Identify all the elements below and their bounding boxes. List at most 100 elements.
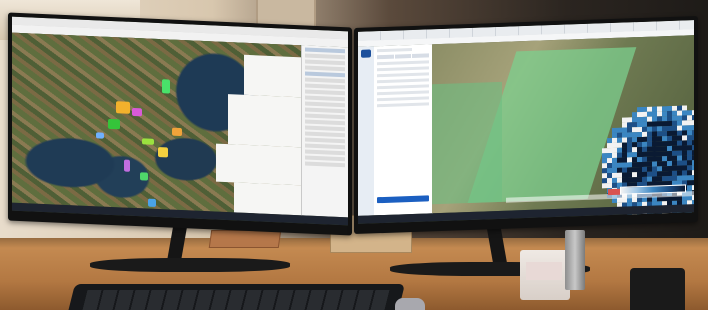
heatmap-cell (662, 136, 667, 142)
heatmap-cell (657, 176, 662, 182)
heatmap-cell (692, 185, 694, 191)
heatmap-cell (657, 166, 662, 172)
heatmap-cell (672, 125, 677, 131)
heatmap-cell (612, 157, 617, 163)
left-monitor (8, 12, 352, 236)
heatmap-cell (622, 152, 627, 158)
heatmap-cell (612, 172, 617, 178)
heatmap-cell (607, 142, 612, 149)
field-map-view[interactable] (432, 35, 694, 218)
heatmap-cell (627, 137, 632, 143)
taskbar-app-icon[interactable] (70, 213, 76, 219)
heatmap-cell (652, 126, 657, 132)
heatmap-cell (687, 140, 692, 146)
heatmap-cell (667, 145, 672, 152)
heatmap-cell (627, 147, 632, 153)
field-overlay (96, 132, 104, 139)
heatmap-cell (662, 141, 667, 147)
heatmap-cell (692, 160, 694, 166)
heatmap-cell (677, 115, 682, 121)
heatmap-cell (632, 167, 637, 173)
heatmap-cell (657, 151, 662, 157)
heatmap-cell (612, 127, 617, 133)
heatmap-cell (682, 130, 687, 136)
heatmap-cell (682, 140, 687, 146)
heatmap-cell (647, 171, 652, 177)
field-overlay (158, 147, 168, 158)
heatmap-cell (672, 170, 677, 176)
heatmap-cell (667, 120, 672, 127)
heatmap-cell (637, 131, 642, 138)
heatmap-grid (602, 105, 694, 218)
keyboard[interactable] (65, 284, 405, 310)
heatmap-cell (687, 150, 692, 156)
heatmap-cell (652, 111, 657, 117)
heatmap-cell (632, 122, 637, 128)
heatmap-cell (647, 136, 652, 142)
heatmap-cell (632, 127, 637, 133)
taskbar-app-icon[interactable] (56, 212, 62, 218)
taskbar-app-icon[interactable] (388, 222, 394, 224)
heatmap-cell (657, 146, 662, 152)
taskbar-app-icon[interactable] (402, 222, 408, 224)
heatmap-cell (692, 155, 694, 161)
heatmap-cell (672, 155, 677, 161)
heatmap-cell (662, 116, 667, 122)
heatmap-cell (682, 135, 687, 141)
heatmap-cell (642, 171, 647, 177)
heatmap-cell (682, 175, 687, 181)
heatmap-cell (627, 177, 632, 183)
heatmap-cell (647, 131, 652, 137)
pen-holder (565, 230, 585, 290)
taskbar-app-icon[interactable] (416, 221, 422, 224)
panel-tabs[interactable] (377, 53, 430, 60)
taskbar-app-icon[interactable] (28, 211, 34, 217)
heatmap-cell (672, 175, 677, 181)
heatmap-cell (687, 145, 692, 151)
heatmap-cell (602, 178, 607, 184)
heatmap-cell (682, 105, 687, 111)
right-monitor (354, 15, 698, 235)
heatmap-cell (667, 115, 672, 122)
heatmap-cell (612, 137, 617, 143)
heatmap-cell (662, 121, 667, 127)
mouse[interactable] (395, 298, 425, 310)
heatmap-cell (657, 126, 662, 132)
start-icon[interactable] (14, 210, 19, 216)
heatmap-cell (602, 158, 607, 164)
heatmap-cell (652, 146, 657, 152)
app-logo-icon[interactable] (361, 49, 371, 58)
heatmap-cell (622, 132, 627, 138)
satellite-map-view[interactable] (12, 32, 302, 216)
heatmap-cell (687, 170, 692, 176)
heatmap-cell (667, 150, 672, 157)
heatmap-cell (602, 153, 607, 159)
heatmap-cell (662, 161, 667, 167)
heatmap-cell (637, 126, 642, 133)
heatmap-cell (627, 122, 632, 128)
heatmap-cell (632, 157, 637, 163)
heatmap-cell (677, 160, 682, 166)
panel-primary-button[interactable] (377, 195, 429, 204)
heatmap-cell (672, 130, 677, 136)
heatmap-cell (652, 176, 657, 182)
heatmap-cell (647, 106, 652, 112)
taskbar-app-icon[interactable] (84, 213, 90, 220)
taskbar-app-icon[interactable] (42, 211, 48, 218)
heatmap-cell (652, 131, 657, 137)
heatmap-cell (692, 170, 694, 176)
field-overlay (142, 138, 154, 145)
layers-panel[interactable] (301, 45, 348, 218)
taskbar-app-icon[interactable] (374, 223, 380, 224)
heatmap-cell (672, 165, 677, 171)
heatmap-cell (637, 136, 642, 143)
heatmap-cell (662, 156, 667, 162)
heatmap-cell (677, 165, 682, 171)
heatmap-cell (632, 172, 637, 178)
heatmap-cell (662, 146, 667, 152)
heatmap-cell (677, 110, 682, 116)
heatmap-cell (642, 161, 647, 167)
heatmap-cell (657, 136, 662, 142)
heatmap-cell (682, 145, 687, 151)
heatmap-cell (617, 167, 622, 173)
